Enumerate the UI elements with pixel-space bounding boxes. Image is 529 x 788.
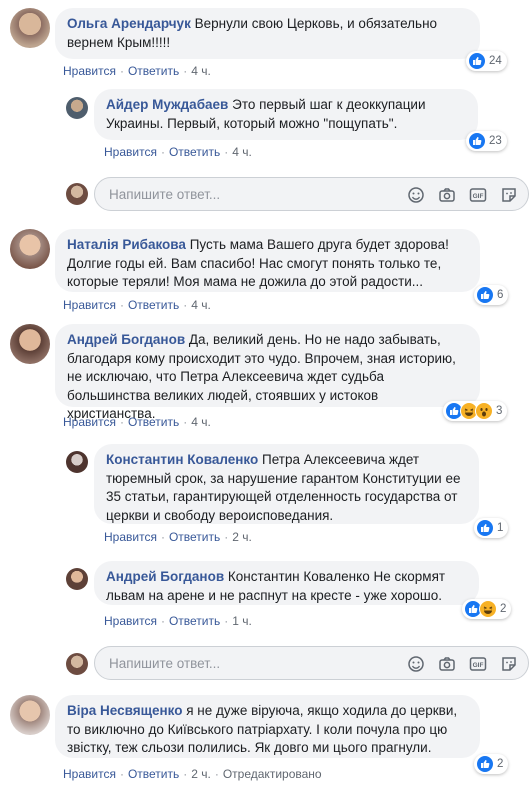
like-reaction-icon — [468, 132, 486, 150]
avatar — [66, 653, 88, 675]
timestamp[interactable]: 4 ч. — [191, 415, 211, 429]
camera-icon[interactable] — [438, 186, 456, 204]
reply-input-box[interactable]: GIF — [94, 177, 529, 211]
like-button[interactable]: Нравится — [104, 530, 157, 544]
reply-button[interactable]: Ответить — [128, 415, 179, 429]
like-reaction-icon — [468, 52, 486, 70]
gif-icon[interactable]: GIF — [469, 186, 487, 204]
timestamp[interactable]: 4 ч. — [191, 64, 211, 78]
avatar[interactable] — [10, 229, 50, 269]
gif-icon[interactable]: GIF — [469, 655, 487, 673]
avatar[interactable] — [66, 97, 88, 119]
comment-actions: Нравится · Ответить · 1 ч. — [104, 614, 252, 628]
avatar — [66, 183, 88, 205]
comment-actions: Нравится · Ответить · 2 ч. — [104, 530, 252, 544]
like-reaction-icon — [476, 519, 494, 537]
timestamp[interactable]: 2 ч. — [191, 767, 211, 781]
comment-author[interactable]: Айдер Муждабаев — [106, 97, 228, 112]
timestamp[interactable]: 1 ч. — [232, 614, 252, 628]
like-button[interactable]: Нравится — [104, 145, 157, 159]
comment-bubble: Андрей Богданов Да, великий день. Но не … — [55, 324, 480, 421]
reaction-count[interactable]: 6 — [474, 285, 509, 305]
timestamp[interactable]: 4 ч. — [232, 145, 252, 159]
timestamp[interactable]: 4 ч. — [191, 298, 211, 312]
like-reaction-icon — [476, 286, 494, 304]
reply-button[interactable]: Ответить — [128, 767, 179, 781]
reply-button[interactable]: Ответить — [169, 145, 220, 159]
reaction-count[interactable]: 23 — [466, 131, 507, 151]
comment-bubble: Наталія Рибакова Пусть мама Вашего друга… — [55, 229, 480, 292]
comment-bubble: Андрей Богданов Константин Коваленко Не … — [94, 561, 479, 605]
like-button[interactable]: Нравится — [63, 415, 116, 429]
comment-author[interactable]: Ольга Арендарчук — [67, 16, 191, 31]
reply-button[interactable]: Ответить — [128, 64, 179, 78]
svg-text:GIF: GIF — [473, 662, 484, 669]
comment-author[interactable]: Андрей Богданов — [67, 332, 185, 347]
comment-author[interactable]: Константин Коваленко — [106, 452, 258, 467]
reply-input[interactable] — [107, 186, 361, 203]
like-button[interactable]: Нравится — [104, 614, 157, 628]
avatar[interactable] — [10, 695, 50, 735]
wow-reaction-icon — [475, 402, 493, 420]
comment-actions: Нравится · Ответить · 4 ч. — [63, 298, 211, 312]
reaction-count[interactable]: 2 — [462, 599, 512, 619]
reply-input-box[interactable]: GIF — [94, 646, 529, 680]
reply-button[interactable]: Ответить — [169, 614, 220, 628]
comment-author[interactable]: Наталія Рибакова — [67, 237, 186, 252]
reply-button[interactable]: Ответить — [128, 298, 179, 312]
comment-actions: Нравится · Ответить · 4 ч. — [63, 64, 211, 78]
emoji-icon[interactable] — [407, 186, 425, 204]
reply-button[interactable]: Ответить — [169, 530, 220, 544]
reaction-count[interactable]: 3 — [443, 401, 508, 421]
camera-icon[interactable] — [438, 655, 456, 673]
timestamp[interactable]: 2 ч. — [232, 530, 252, 544]
comment-actions: Нравится · Ответить · 4 ч. — [104, 145, 252, 159]
avatar[interactable] — [10, 324, 50, 364]
reaction-count[interactable]: 24 — [466, 51, 507, 71]
sticker-icon[interactable] — [500, 655, 518, 673]
avatar[interactable] — [66, 451, 88, 473]
comment-bubble: Віра Несвященко я не дуже віруюча, якщо … — [55, 695, 480, 758]
comment-actions: Нравится · Ответить · 2 ч. · Отредактировано — [63, 767, 322, 781]
edited-label[interactable]: Отредактировано — [223, 767, 322, 781]
avatar[interactable] — [10, 8, 50, 48]
emoji-icon[interactable] — [407, 655, 425, 673]
svg-text:GIF: GIF — [473, 193, 484, 200]
like-button[interactable]: Нравится — [63, 298, 116, 312]
sticker-icon[interactable] — [500, 186, 518, 204]
reaction-count[interactable]: 1 — [474, 518, 509, 538]
comment-bubble: Ольга Арендарчук Вернули свою Церковь, и… — [55, 8, 480, 59]
comment-bubble: Айдер Муждабаев Это первый шаг к деоккуп… — [94, 89, 478, 140]
haha-reaction-icon — [479, 600, 497, 618]
like-reaction-icon — [476, 755, 494, 773]
reply-input[interactable] — [107, 655, 361, 672]
reaction-count[interactable]: 2 — [474, 754, 509, 774]
comment-bubble: Константин Коваленко Петра Алексеевича ж… — [94, 444, 479, 524]
comment-author[interactable]: Віра Несвященко — [67, 703, 182, 718]
like-button[interactable]: Нравится — [63, 64, 116, 78]
comment-actions: Нравится · Ответить · 4 ч. — [63, 415, 211, 429]
avatar[interactable] — [66, 568, 88, 590]
like-button[interactable]: Нравится — [63, 767, 116, 781]
comment-author[interactable]: Андрей Богданов — [106, 569, 224, 584]
